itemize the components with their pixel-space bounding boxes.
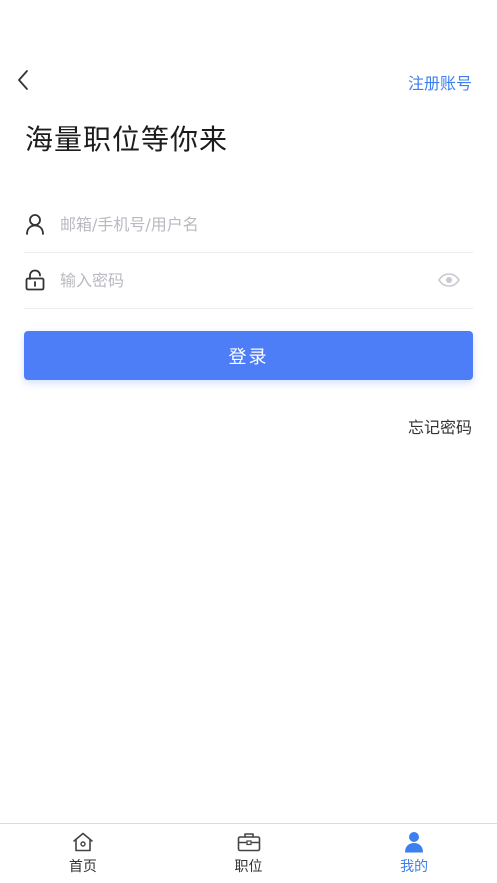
register-link[interactable]: 注册账号 — [408, 70, 472, 94]
tab-jobs-label: 职位 — [234, 859, 263, 875]
home-icon — [71, 831, 95, 853]
tab-home-label: 首页 — [68, 859, 97, 875]
chevron-left-icon — [18, 70, 28, 90]
eye-icon — [438, 273, 460, 287]
back-button[interactable] — [8, 62, 38, 98]
username-field-row — [24, 196, 473, 253]
user-icon — [24, 212, 46, 236]
lock-icon — [24, 268, 46, 292]
login-button[interactable]: 登录 — [24, 331, 473, 380]
tab-home[interactable]: 首页 — [0, 824, 166, 883]
tab-jobs[interactable]: 职位 — [166, 824, 332, 883]
tab-mine[interactable]: 我的 — [331, 824, 497, 883]
tab-mine-label: 我的 — [400, 859, 429, 875]
page-title: 海量职位等你来 — [25, 123, 229, 156]
password-field-row — [24, 252, 473, 309]
user-filled-icon — [402, 831, 426, 853]
username-input[interactable] — [60, 214, 473, 234]
bottom-tab-bar: 首页 职位 我的 — [0, 823, 497, 883]
forgot-password-link[interactable]: 忘记密码 — [408, 414, 472, 438]
login-screen: 注册账号 海量职位等你来 登录 忘记密码 — [0, 0, 497, 883]
password-visibility-toggle[interactable] — [435, 268, 463, 292]
password-input[interactable] — [60, 270, 435, 290]
briefcase-icon — [237, 831, 261, 853]
